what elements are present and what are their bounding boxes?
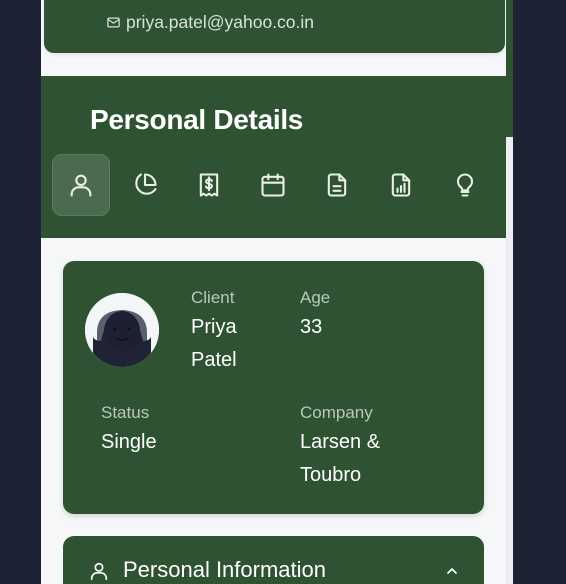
personal-information-section[interactable]: Personal Information bbox=[63, 536, 484, 584]
mail-icon bbox=[107, 17, 120, 28]
tab-bar bbox=[52, 154, 502, 218]
page-title: Personal Details bbox=[90, 104, 304, 135]
document-icon bbox=[327, 173, 347, 197]
receipt-icon bbox=[199, 173, 219, 197]
client-last-name: Patel bbox=[191, 349, 237, 371]
client-summary-card: Client Priya Patel Age 33 Status Single … bbox=[63, 261, 484, 514]
user-icon bbox=[90, 562, 108, 581]
contact-card: priya.patel@yahoo.co.in bbox=[44, 0, 505, 53]
tab-personal[interactable] bbox=[52, 154, 110, 216]
email-row: priya.patel@yahoo.co.in bbox=[106, 12, 314, 33]
tab-portfolio[interactable] bbox=[116, 154, 174, 216]
status-label: Status bbox=[101, 403, 150, 422]
tab-billing[interactable] bbox=[180, 154, 238, 216]
client-avatar-icon bbox=[85, 293, 159, 367]
tab-calendar[interactable] bbox=[244, 154, 302, 216]
details-header: Personal Details bbox=[41, 76, 506, 238]
company-label: Company bbox=[300, 403, 373, 422]
client-label: Client bbox=[191, 288, 235, 307]
chevron-up-icon[interactable] bbox=[444, 563, 460, 579]
email-text: priya.patel@yahoo.co.in bbox=[126, 12, 315, 32]
age-value: 33 bbox=[300, 316, 323, 338]
scrollbar-thumb[interactable] bbox=[506, 0, 513, 137]
calendar-icon bbox=[261, 173, 285, 197]
user-icon bbox=[70, 174, 92, 197]
tab-insights[interactable] bbox=[436, 154, 494, 216]
app-screen: priya.patel@yahoo.co.in Personal Details bbox=[41, 0, 513, 584]
pie-chart-icon bbox=[135, 173, 157, 195]
section-title: Personal Information bbox=[123, 557, 326, 582]
status-value: Single bbox=[101, 431, 157, 453]
report-icon bbox=[391, 173, 411, 197]
company-value-line2: Toubro bbox=[300, 464, 362, 486]
avatar bbox=[85, 293, 159, 367]
company-value-line1: Larsen & bbox=[300, 431, 381, 453]
age-label: Age bbox=[300, 288, 331, 307]
lightbulb-icon bbox=[456, 173, 474, 197]
tab-documents[interactable] bbox=[308, 154, 366, 216]
client-first-name: Priya bbox=[191, 316, 237, 338]
tab-reports[interactable] bbox=[372, 154, 430, 216]
